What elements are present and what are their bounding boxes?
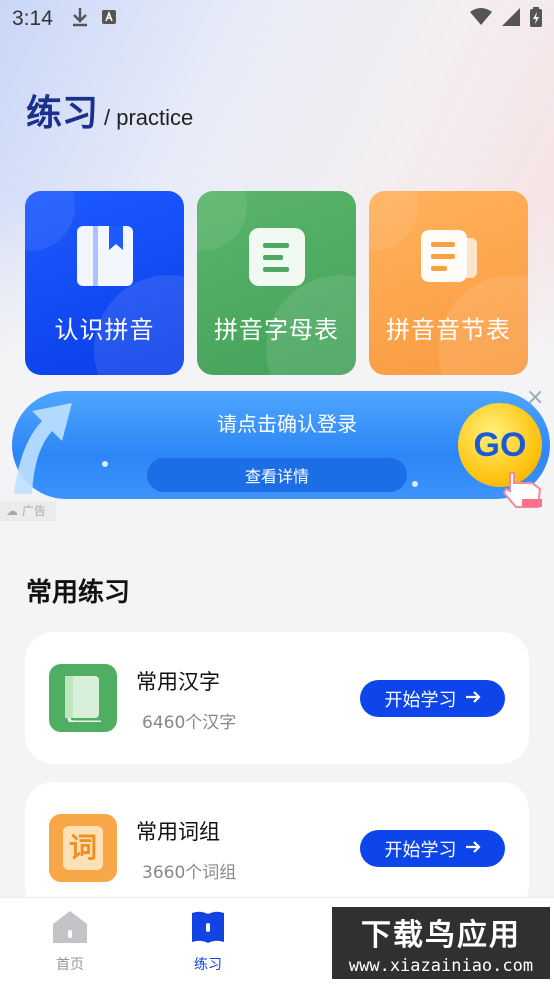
arrow-right-icon (465, 688, 481, 709)
section-title: 常用练习 (26, 578, 131, 608)
list-item-common-characters[interactable]: 常用汉字 6460个汉字 开始学习 (25, 632, 529, 764)
ad-label-text: 广告 (21, 504, 46, 518)
item-title: 常用汉字 (136, 670, 220, 694)
watermark-cn: 下载鸟应用 (361, 918, 521, 953)
watermark-en: www.xiazainiao.com (348, 956, 534, 976)
document-icon (420, 226, 477, 286)
card-label: 认识拼音 (54, 316, 155, 344)
status-bar: 3:14 (0, 0, 554, 38)
ci-character-text: 词 (63, 826, 103, 870)
keyboard-a-icon (101, 9, 117, 30)
feature-cards: 认识拼音 拼音字母表 拼音音节表 (25, 191, 529, 375)
item-title: 常用词组 (136, 820, 220, 844)
home-icon (52, 910, 88, 944)
page-title-en: / practice (104, 105, 194, 130)
arrow-right-icon (465, 838, 481, 859)
ad-details-button[interactable]: 查看详情 (147, 458, 407, 492)
start-learning-button[interactable]: 开始学习 (360, 830, 505, 867)
card-pinyin-syllables[interactable]: 拼音音节表 (369, 191, 528, 375)
ad-banner[interactable]: 请点击确认登录 查看详情 GO × (10, 385, 550, 508)
list-item-common-phrases[interactable]: 词 常用词组 3660个词组 开始学习 (25, 782, 529, 914)
practice-book-icon (190, 910, 226, 944)
status-time: 3:14 (12, 7, 53, 30)
card-pinyin-alphabet[interactable]: 拼音字母表 (197, 191, 356, 375)
tab-home[interactable]: 首页 (0, 898, 140, 984)
list-icon (248, 226, 305, 286)
start-learning-button[interactable]: 开始学习 (360, 680, 505, 717)
item-subtitle: 6460个汉字 (142, 713, 237, 733)
book-icon (76, 226, 133, 286)
tab-practice[interactable]: 练习 (138, 898, 278, 984)
cloud-icon: ☁ (6, 504, 18, 518)
decorative-dot (102, 461, 108, 467)
hand-pointer-icon (502, 469, 544, 513)
card-label: 拼音字母表 (214, 316, 339, 344)
tab-label: 练习 (194, 957, 222, 973)
book-icon (49, 664, 117, 732)
ad-label: ☁ 广告 (0, 501, 56, 521)
download-icon (71, 7, 89, 32)
item-subtitle: 3660个词组 (142, 863, 237, 883)
card-label: 拼音音节表 (386, 316, 511, 344)
tab-label: 首页 (56, 957, 84, 973)
signal-icon (502, 7, 520, 31)
decorative-dot (412, 481, 418, 487)
button-label: 开始学习 (384, 689, 457, 711)
ci-character-icon: 词 (49, 814, 117, 882)
wifi-icon (470, 7, 492, 31)
button-label: 开始学习 (384, 839, 457, 861)
page-title: 练习 / practice (26, 84, 193, 136)
ad-close-icon[interactable]: × (526, 385, 544, 410)
watermark-logo: 下载鸟应用 www.xiazainiao.com (332, 907, 550, 979)
arrow-graphic-icon (2, 389, 102, 503)
page-title-cn: 练习 (26, 93, 99, 134)
battery-icon (530, 6, 542, 32)
card-learn-pinyin[interactable]: 认识拼音 (25, 191, 184, 375)
